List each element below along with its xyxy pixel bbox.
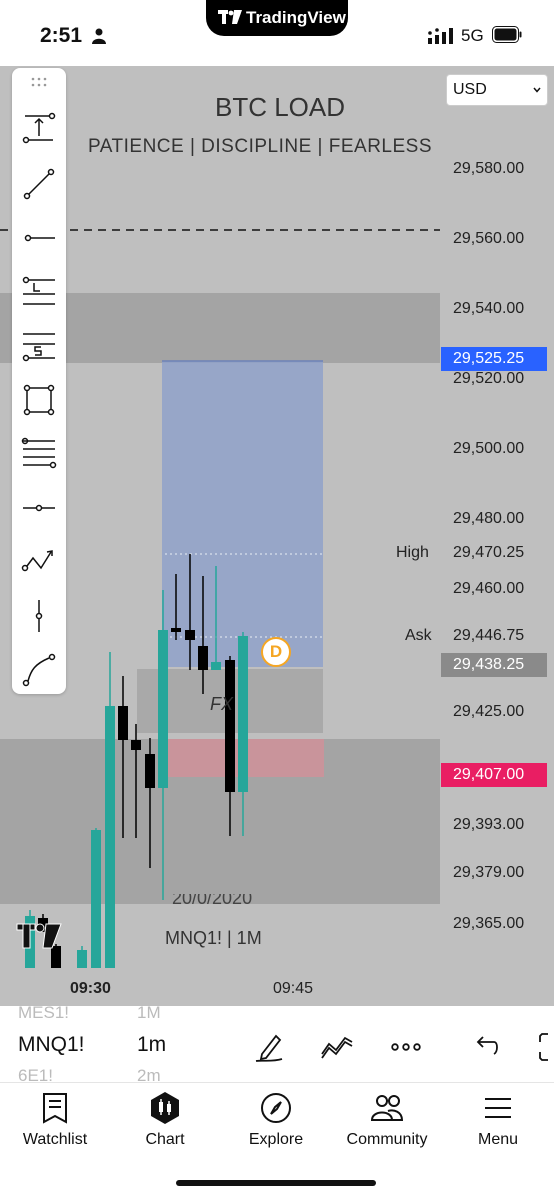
horizontal-line-tool-icon[interactable]: [21, 490, 57, 526]
vertical-line-tool-icon[interactable]: [21, 598, 57, 634]
price-axis-label: 29,580.00: [453, 160, 525, 177]
tab-chart[interactable]: Chart: [115, 1091, 215, 1161]
symbol-selector[interactable]: MNQ1!: [18, 1033, 85, 1057]
tradingview-logo-icon: [218, 10, 242, 24]
tab-watchlist[interactable]: Watchlist: [5, 1091, 105, 1161]
horizontal-ray-tool-icon[interactable]: [21, 220, 57, 256]
battery-icon: [492, 26, 522, 43]
price-range-tool-icon[interactable]: [21, 110, 57, 146]
time-axis-label: 09:45: [273, 980, 314, 997]
candle-body: [198, 646, 208, 670]
prev-symbol: MES1!: [18, 1006, 70, 1022]
dividend-marker[interactable]: D: [261, 637, 291, 667]
tab-label: Watchlist: [22, 1131, 88, 1148]
rectangle-tool-icon[interactable]: [21, 382, 57, 418]
drawing-toolbar: [12, 68, 66, 694]
next-timeframe: 2m: [137, 1066, 161, 1082]
position-target-zone: [162, 361, 323, 667]
signal-icon: [428, 28, 453, 44]
candle-body: [158, 630, 168, 788]
price-axis-label: 29,540.00: [453, 300, 525, 317]
tab-label: Chart: [145, 1131, 185, 1148]
dynamic-island: TradingView: [206, 0, 348, 36]
chart-icon: [151, 1092, 179, 1124]
price-axis-label: 29,560.00: [453, 230, 525, 247]
path-tool-icon[interactable]: [21, 544, 57, 580]
candle-body: [211, 662, 221, 670]
candle-body: [145, 754, 155, 788]
brand-name: TradingView: [246, 8, 346, 27]
pen-icon[interactable]: [252, 1030, 286, 1064]
tab-explore[interactable]: Explore: [226, 1091, 326, 1161]
next-symbol: 6E1!: [18, 1066, 53, 1082]
candle-body: [131, 740, 141, 750]
price-tag-last: 29,438.25: [441, 653, 547, 677]
chart-symbol-label: MNQ1! | 1M: [165, 928, 262, 948]
community-icon: [370, 1095, 404, 1121]
indicators-icon[interactable]: [320, 1030, 354, 1064]
fib-retracement-tool-icon[interactable]: [21, 436, 57, 472]
candle-body: [105, 706, 115, 968]
price-axis-label: 29,446.75: [453, 627, 525, 644]
price-axis-label: 29,393.00: [453, 816, 525, 833]
price-tag-blue: 29,525.25: [441, 347, 547, 371]
price-tag-pink: 29,407.00: [441, 763, 547, 787]
short-position-tool-icon[interactable]: [21, 328, 57, 364]
undo-icon[interactable]: [468, 1030, 502, 1064]
tab-label: Explore: [248, 1131, 304, 1148]
tab-community[interactable]: Community: [337, 1091, 437, 1161]
price-axis-label: 29,500.00: [453, 440, 525, 457]
candle-body: [77, 950, 87, 968]
status-time: 2:51: [40, 24, 83, 47]
drag-handle-icon[interactable]: [21, 72, 57, 94]
candle-body: [185, 630, 195, 640]
chart-title: BTC LOAD: [214, 92, 346, 122]
price-axis-label: 29,470.25: [453, 544, 525, 561]
long-position-tool-icon[interactable]: [21, 274, 57, 310]
currency-select[interactable]: USD: [446, 74, 548, 106]
menu-icon: [485, 1098, 511, 1118]
prev-timeframe: 1M: [137, 1006, 161, 1022]
candle-body: [225, 660, 235, 792]
price-axis-label: 29,480.00: [453, 510, 525, 527]
chart-area[interactable]: BTC LOAD PATIENCE | DISCIPLINE | FEARLES…: [0, 66, 554, 1006]
fullscreen-icon[interactable]: [532, 1030, 554, 1064]
trend-line-tool-icon[interactable]: [21, 166, 57, 202]
tradingview-watermark-icon: [16, 923, 62, 949]
candle-body: [238, 636, 248, 792]
symbol-bar: MES1! 1M MNQ1! 1m 6E1! 2m: [0, 1006, 554, 1082]
ask-label: Ask: [405, 627, 432, 644]
tab-menu[interactable]: Menu: [448, 1091, 548, 1161]
status-bar: 2:51 TradingView 5G: [0, 0, 554, 66]
more-icon[interactable]: [389, 1030, 423, 1064]
time-axis-label: 09:30: [70, 980, 111, 997]
tab-label: Menu: [477, 1131, 519, 1148]
high-label: High: [396, 544, 429, 561]
chart-date-label: 20/0/2020: [172, 894, 253, 906]
chart-subtitle: PATIENCE | DISCIPLINE | FEARLESS: [87, 136, 433, 157]
timeframe-selector[interactable]: 1m: [137, 1033, 166, 1057]
price-axis-label: 29,460.00: [453, 580, 525, 597]
candle-body: [171, 628, 181, 632]
network-type: 5G: [461, 26, 484, 45]
price-axis-label: 29,365.00: [453, 915, 525, 932]
price-axis-label: 29,379.00: [453, 864, 525, 881]
compass-icon: [261, 1093, 291, 1123]
price-axis-label: 29,520.00: [453, 370, 525, 387]
fx-zone-label: FX: [210, 694, 234, 714]
currency-value: USD: [453, 81, 487, 98]
person-icon: [92, 28, 106, 44]
chevron-down-icon: [533, 87, 541, 93]
supply-zone: [0, 293, 440, 363]
watchlist-icon: [43, 1093, 67, 1124]
price-axis-label: 29,425.00: [453, 703, 525, 720]
home-indicator: [176, 1180, 376, 1186]
curve-tool-icon[interactable]: [21, 652, 57, 688]
candle-body: [118, 706, 128, 740]
tab-label: Community: [346, 1131, 428, 1148]
candle-body: [91, 830, 101, 968]
